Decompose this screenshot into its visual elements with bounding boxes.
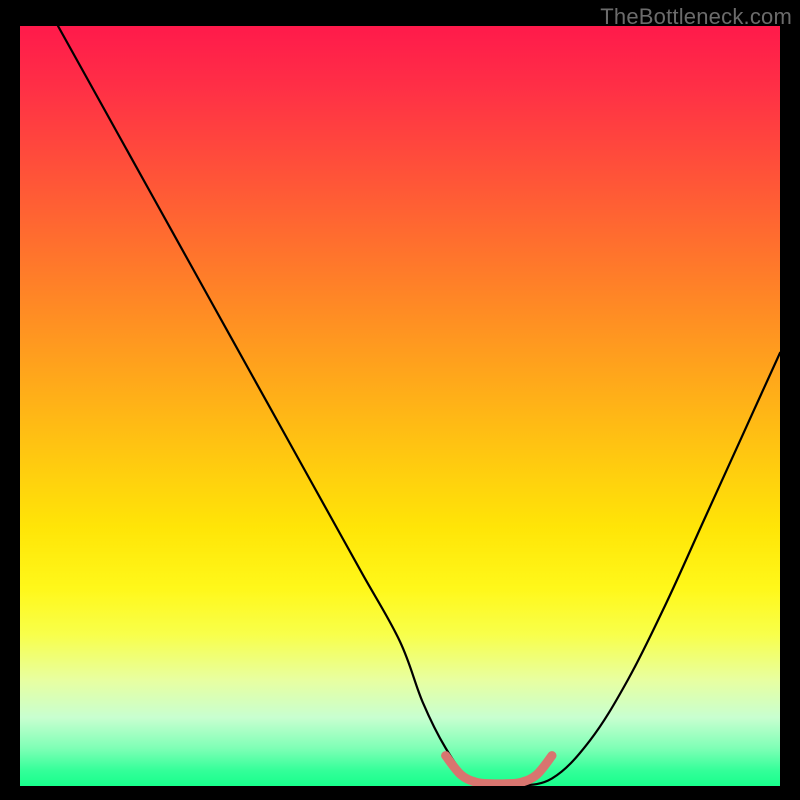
chart-stage: TheBottleneck.com [0, 0, 800, 800]
bottleneck-curve [58, 26, 780, 786]
plot-area [20, 26, 780, 786]
curve-layer [20, 26, 780, 786]
curve-minimum-highlight [446, 756, 552, 784]
